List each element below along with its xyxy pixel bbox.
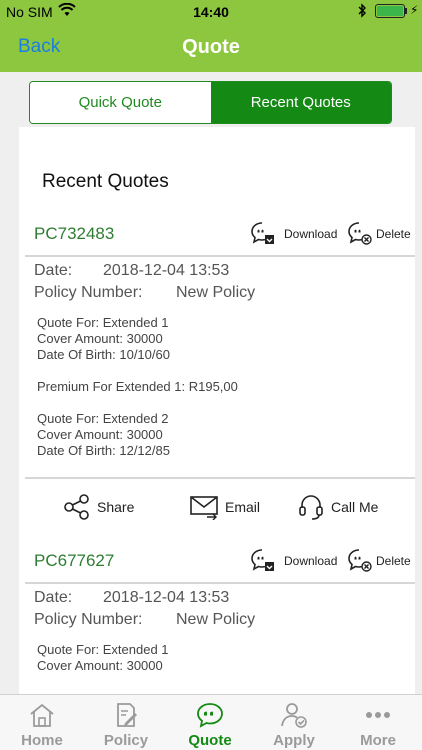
share-icon (64, 494, 89, 520)
tab-quote[interactable]: Quote (168, 695, 252, 750)
call-me-button[interactable]: Call Me (297, 480, 378, 534)
policy-number-label: Policy Number: (34, 284, 143, 301)
policy-icon (117, 703, 137, 727)
download-icon[interactable] (251, 548, 275, 572)
quote-detail-line: Quote For: Extended 2 (37, 411, 169, 426)
email-icon (190, 496, 218, 520)
tab-more-label: More (360, 732, 396, 749)
call-me-label: Call Me (331, 499, 379, 515)
battery-icon (375, 4, 405, 18)
headset-icon (299, 495, 323, 520)
page-title: Quote (182, 36, 240, 58)
tab-more[interactable]: More (336, 695, 420, 750)
delete-icon[interactable] (348, 221, 372, 245)
policy-number-value: New Policy (176, 611, 256, 628)
quote-id[interactable]: PC732483 (34, 224, 114, 244)
download-button[interactable]: Download (284, 227, 337, 241)
download-button[interactable]: Download (284, 554, 337, 568)
divider (25, 255, 415, 257)
tab-policy[interactable]: Policy (84, 695, 168, 750)
tab-quote-label: Quote (188, 732, 232, 749)
home-icon (30, 703, 54, 727)
divider (25, 582, 415, 584)
delete-button[interactable]: Delete (376, 227, 411, 241)
quote-detail-line: Cover Amount: 30000 (37, 658, 163, 673)
quote-detail-line: Cover Amount: 30000 (37, 331, 163, 346)
quick-quote-tab[interactable]: Quick Quote (30, 82, 211, 123)
recent-quotes-card: Recent Quotes PC732483 Download Delete D… (19, 127, 415, 694)
section-heading: Recent Quotes (42, 171, 169, 192)
quote-detail-line: Date Of Birth: 12/12/85 (37, 443, 170, 458)
policy-number-row: Policy Number: New Policy (34, 284, 255, 302)
delete-button[interactable]: Delete (376, 554, 411, 568)
date-row: Date: 2018-12-04 13:53 (34, 589, 229, 607)
divider (25, 477, 415, 479)
quote-mode-segmented-control: Quick Quote Recent Quotes (29, 81, 392, 124)
date-value: 2018-12-04 13:53 (103, 262, 230, 279)
share-button[interactable]: Share (63, 480, 134, 534)
quote-detail-line: Quote For: Extended 1 (37, 642, 169, 657)
policy-number-label: Policy Number: (34, 611, 143, 628)
quote-detail-line: Cover Amount: 30000 (37, 427, 163, 442)
download-icon[interactable] (251, 221, 275, 245)
quote-actions: Share Email Call Me (19, 480, 415, 534)
policy-number-row: Policy Number: New Policy (34, 611, 255, 629)
delete-icon[interactable] (348, 548, 372, 572)
navigation-bar: Back Quote (0, 22, 422, 72)
date-value: 2018-12-04 13:53 (103, 589, 230, 606)
recent-quotes-tab[interactable]: Recent Quotes (210, 82, 391, 123)
tab-policy-label: Policy (103, 732, 149, 749)
date-row: Date: 2018-12-04 13:53 (34, 262, 229, 280)
quote-icon (197, 703, 223, 728)
more-icon (366, 712, 390, 718)
status-bar: No SIM 14:40 ⚡ (0, 0, 422, 22)
date-label: Date: (34, 262, 73, 279)
tab-home-label: Home (21, 732, 63, 749)
apply-icon (281, 703, 307, 728)
quote-id[interactable]: PC677627 (34, 551, 114, 571)
premium-line: Premium For Extended 1: R195,00 (37, 379, 238, 394)
email-button[interactable]: Email (189, 480, 260, 534)
date-label: Date: (34, 589, 73, 606)
quote-detail-line: Date Of Birth: 10/10/60 (37, 347, 170, 362)
quote-detail-line: Quote For: Extended 1 (37, 315, 169, 330)
email-label: Email (225, 499, 261, 515)
tab-home[interactable]: Home (0, 695, 84, 750)
tab-apply[interactable]: Apply (252, 695, 336, 750)
share-label: Share (97, 499, 135, 515)
bottom-tab-bar: Home Policy Quote Apply More (0, 694, 422, 750)
policy-number-value: New Policy (176, 284, 256, 301)
bluetooth-icon (357, 3, 367, 21)
charging-icon: ⚡ (410, 3, 419, 17)
tab-apply-label: Apply (273, 732, 315, 749)
